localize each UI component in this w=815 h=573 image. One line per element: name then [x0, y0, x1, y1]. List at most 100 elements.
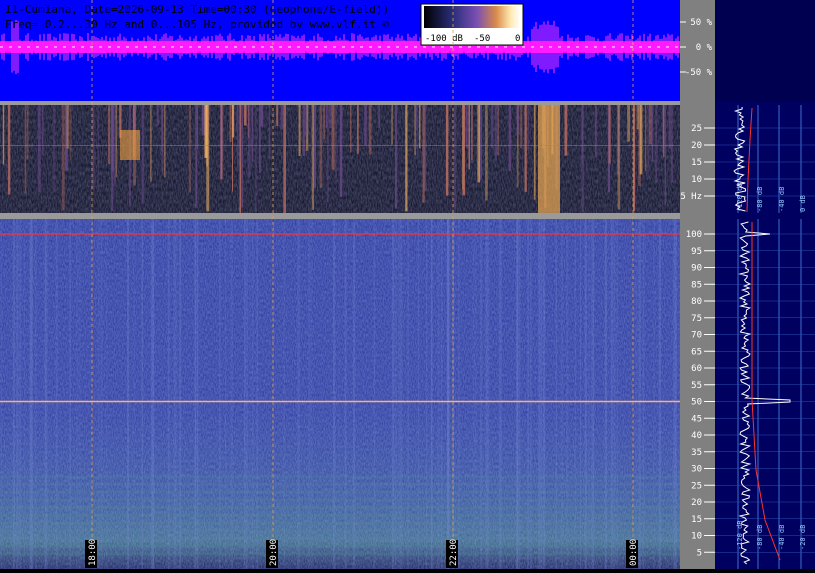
low-streak [259, 105, 261, 174]
low-tick-label: 5 Hz [680, 192, 702, 202]
low-streak [339, 105, 343, 197]
high-band [0, 506, 680, 509]
high-band [0, 536, 680, 540]
high-tick-label: 50 [691, 398, 702, 408]
low-streak [655, 105, 658, 183]
low-streak [636, 105, 640, 130]
time-label-3: 00:00 [629, 539, 639, 566]
low-streak [668, 105, 671, 149]
low-streak [368, 105, 372, 155]
high-tick-label: 20 [691, 498, 702, 508]
time-label-2: 22:00 [449, 539, 459, 566]
low-streak [111, 105, 114, 170]
high-band [0, 529, 680, 533]
low-burst-1 [538, 105, 560, 213]
low-streak [581, 105, 584, 213]
low-streak [357, 105, 359, 154]
low-streak [298, 105, 301, 157]
low-streak [280, 105, 284, 130]
high-tick-label: 90 [691, 264, 702, 274]
low-streak [247, 105, 251, 178]
high-tick-label: 45 [691, 414, 702, 424]
low-streak [37, 105, 41, 192]
low-streak [323, 105, 326, 140]
low-streak [664, 105, 667, 206]
low-streak [305, 105, 307, 137]
low-streak [524, 105, 527, 192]
high-tick-label: 35 [691, 448, 702, 458]
low-streak [414, 105, 416, 156]
low-streak [97, 105, 99, 193]
low-streak [649, 105, 652, 145]
high-band [0, 544, 680, 548]
low-streak [260, 105, 264, 127]
spectrogram-chart: I1-Cumiana, Date=2026-09-13 Time=00:30 (… [0, 0, 815, 569]
high-tick-label: 95 [691, 247, 702, 257]
low-streak [395, 105, 398, 209]
low-streak [220, 105, 223, 180]
side-low-db-0: -120 dB [736, 182, 744, 212]
low-band [0, 145, 680, 146]
low-streak [645, 105, 647, 171]
low-streak [251, 105, 254, 162]
low-streak [237, 105, 239, 169]
low-streak [670, 105, 673, 183]
low-tick-label: 25 [691, 124, 702, 134]
low-streak [462, 105, 465, 196]
low-streak [7, 105, 11, 195]
high-tick-label: 40 [691, 431, 702, 441]
low-streak [647, 105, 650, 176]
low-streak [268, 105, 271, 159]
low-streak [24, 105, 27, 193]
low-streak [329, 105, 332, 129]
high-tick-label: 5 [697, 548, 702, 558]
low-streak [204, 105, 208, 158]
low-streak [163, 105, 166, 178]
high-band [0, 490, 680, 494]
low-streak [232, 105, 235, 138]
low-streak [331, 105, 335, 170]
colorbar-gradient [424, 6, 520, 28]
side-low-db-3: 0 dB [799, 195, 807, 212]
high-tick-label: 70 [691, 331, 702, 341]
low-streak [527, 105, 530, 149]
low-streak [161, 105, 164, 173]
spectrogram-frame: I1-Cumiana, Date=2026-09-13 Time=00:30 (… [0, 0, 815, 569]
low-streak [276, 105, 279, 127]
low-streak [663, 105, 665, 157]
low-streak [229, 105, 232, 143]
low-streak [156, 105, 159, 126]
low-streak [508, 105, 512, 172]
low-streak [378, 105, 380, 128]
header-line2: Freq= 0.2...30 Hz and 0...105 Hz, provid… [5, 18, 389, 31]
low-streak [419, 105, 421, 149]
high-band [0, 482, 680, 486]
high-tick-label: 85 [691, 280, 702, 290]
low-tick-label: 20 [691, 141, 702, 151]
low-streak [520, 105, 523, 148]
side-high-db-3: -20 dB [799, 525, 807, 550]
low-streak [92, 105, 95, 190]
low-streak [627, 105, 630, 142]
low-streak [477, 105, 480, 183]
low-streak [405, 105, 408, 212]
low-tick-label: 10 [691, 175, 702, 185]
low-streak [302, 105, 306, 156]
high-tick-label: 55 [691, 381, 702, 391]
low-streak [639, 105, 643, 175]
side-panel-top [715, 0, 815, 101]
high-tick-label: 65 [691, 347, 702, 357]
low-streak [608, 105, 611, 164]
low-tick-label: 15 [691, 158, 702, 168]
low-streak [283, 105, 286, 214]
high-tick-label: 15 [691, 515, 702, 525]
low-streak [533, 105, 536, 200]
low-streak [422, 105, 425, 203]
side-high-db-2: -40 dB [778, 525, 786, 550]
colorbar-label-max: 0 [515, 34, 520, 44]
high-band [0, 513, 680, 517]
low-streak [70, 105, 72, 161]
high-tick-label: 100 [686, 230, 702, 240]
low-streak [391, 105, 393, 145]
low-streak [617, 105, 621, 210]
